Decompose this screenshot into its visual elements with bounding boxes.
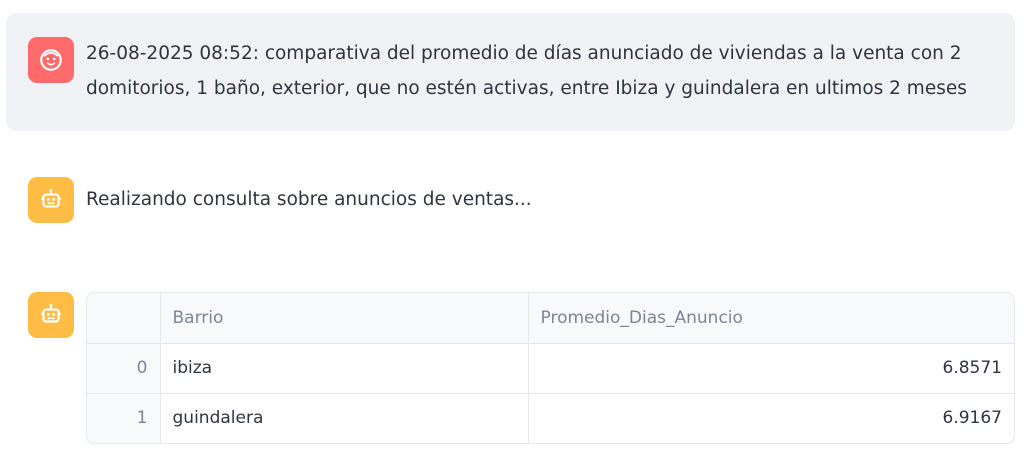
cell-barrio[interactable]: guindalera — [160, 393, 529, 443]
user-face-icon — [40, 49, 62, 71]
assistant-avatar — [28, 292, 74, 338]
assistant-status-text: Realizando consulta sobre anuncios de ve… — [86, 189, 532, 210]
user-message: 26-08-2025 08:52: comparativa del promed… — [6, 13, 1015, 131]
result-dataframe[interactable]: Barrio Promedio_Dias_Anuncio 0 ibiza 6.8… — [86, 292, 1015, 444]
user-message-line-2: domitorios, 1 baño, exterior, que no est… — [86, 78, 967, 99]
user-avatar — [28, 37, 74, 83]
result-table: Barrio Promedio_Dias_Anuncio 0 ibiza 6.8… — [87, 293, 1014, 443]
user-message-line-1: 26-08-2025 08:52: comparativa del promed… — [86, 43, 962, 64]
column-header-promedio[interactable]: Promedio_Dias_Anuncio — [528, 293, 1014, 344]
row-index: 0 — [87, 343, 161, 394]
user-message-text: 26-08-2025 08:52: comparativa del promed… — [86, 36, 986, 106]
robot-icon — [41, 304, 61, 323]
chat-container: 26-08-2025 08:52: comparativa del promed… — [0, 0, 1024, 454]
row-index: 1 — [87, 393, 161, 443]
column-header-barrio[interactable]: Barrio — [160, 293, 529, 344]
cell-promedio[interactable]: 6.9167 — [528, 393, 1014, 443]
assistant-avatar — [28, 177, 74, 223]
table-row: 1 guindalera 6.9167 — [87, 393, 1014, 443]
table-header-row: Barrio Promedio_Dias_Anuncio — [87, 293, 1014, 344]
table-row: 0 ibiza 6.8571 — [87, 343, 1014, 394]
robot-icon — [41, 189, 61, 208]
cell-promedio[interactable]: 6.8571 — [528, 343, 1014, 394]
cell-barrio[interactable]: ibiza — [160, 343, 529, 394]
column-header-index — [87, 293, 161, 344]
